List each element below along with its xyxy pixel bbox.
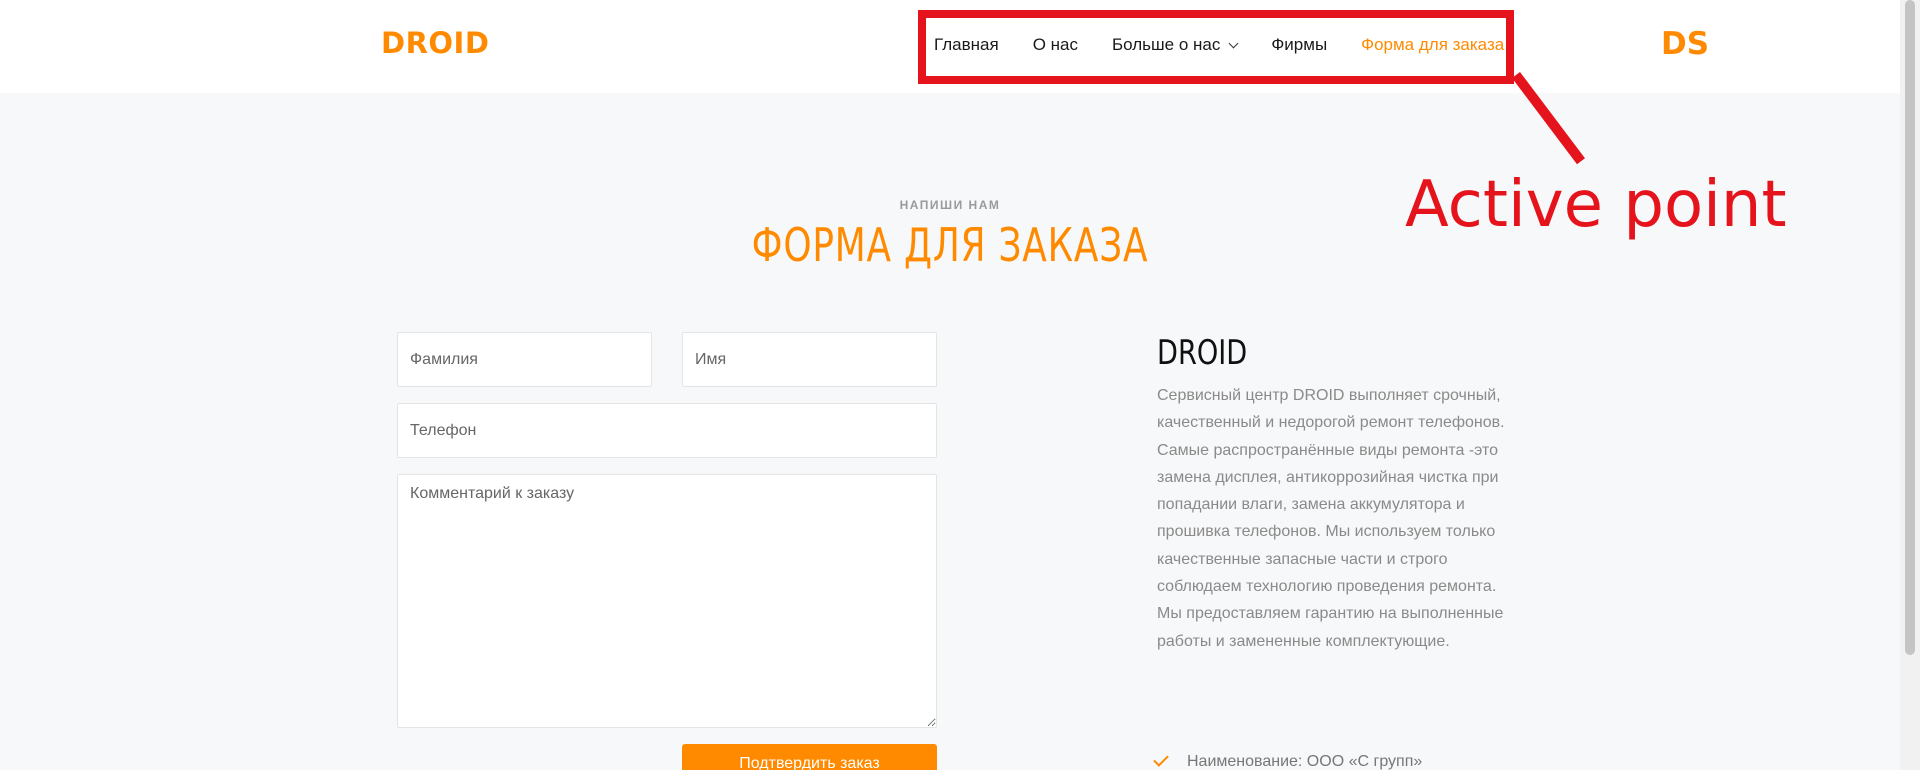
company-name-row: Наименование: ООО «С групп»: [1153, 751, 1423, 770]
logo-ds[interactable]: DS: [1661, 26, 1709, 62]
page-title: ФОРМА ДЛЯ ЗАКАЗА: [751, 218, 1149, 272]
submit-order-button[interactable]: Подтвердить заказ: [682, 744, 937, 770]
order-comment-textarea[interactable]: [397, 474, 937, 728]
section-kicker: НАПИШИ НАМ: [899, 198, 1001, 212]
info-description: Сервисный центр DROID выполняет срочный,…: [1157, 387, 1505, 650]
info-title: DROID: [1157, 333, 1248, 373]
logo-droid[interactable]: DROID: [381, 26, 489, 60]
first-name-input[interactable]: [682, 332, 937, 387]
check-icon: [1153, 751, 1169, 767]
annotation-highlight-box: [918, 10, 1514, 84]
last-name-input[interactable]: [397, 332, 652, 387]
company-name-text: Наименование: ООО «С групп»: [1187, 753, 1423, 770]
page-scrollbar-thumb[interactable]: [1905, 0, 1915, 655]
phone-input[interactable]: [397, 403, 937, 458]
